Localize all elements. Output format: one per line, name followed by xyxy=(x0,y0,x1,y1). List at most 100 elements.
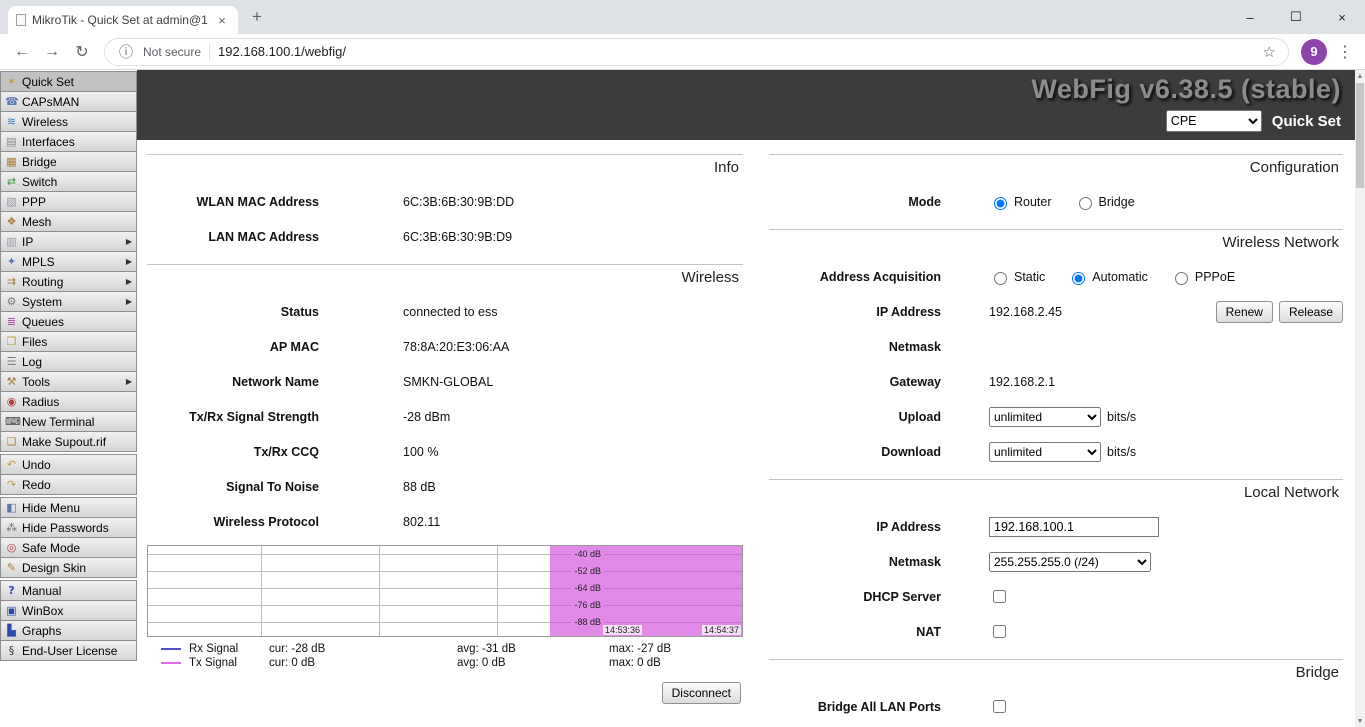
sidebar-item-files[interactable]: ❐ Files xyxy=(0,331,137,352)
design-skin-icon: ✎ xyxy=(6,561,17,574)
forward-icon[interactable]: → xyxy=(38,38,66,66)
reload-icon[interactable]: ↻ xyxy=(68,38,96,66)
bridge-all-lan-ports-row: Bridge All LAN Ports xyxy=(769,689,1343,724)
page-title: Quick Set xyxy=(1271,112,1341,130)
sidebar-item-undo[interactable]: ↶ Undo xyxy=(0,454,137,475)
address-bar[interactable]: ⓘ Not secure 192.168.100.1/webfig/ ☆ xyxy=(104,37,1289,66)
sidebar-item-routing[interactable]: ⇉ Routing ▶ xyxy=(0,271,137,292)
mpls-icon: ✦ xyxy=(6,255,17,268)
chart-time-end: 14:54:37 xyxy=(701,625,741,635)
download-select[interactable]: unlimited xyxy=(989,441,1101,462)
acquisition-pppoe-option[interactable]: PPPoE xyxy=(1170,269,1235,285)
log-icon: ☰ xyxy=(6,355,17,368)
wlan-mac-value: 6C:3B:6B:30:9B:DD xyxy=(403,194,515,209)
y-axis-label: -64 dB xyxy=(571,583,604,594)
system-icon: ⚙ xyxy=(6,295,17,308)
sidebar-item-redo[interactable]: ↷ Redo xyxy=(0,474,137,495)
local-ip-input[interactable] xyxy=(989,516,1159,537)
sidebar-item-new-terminal[interactable]: ⌨ New Terminal xyxy=(0,411,137,432)
page-favicon-icon xyxy=(16,14,26,26)
interfaces-icon: ▤ xyxy=(6,135,17,148)
legend-row-tx: Tx Signal cur: 0 dB avg: 0 dB max: 0 dB xyxy=(147,656,743,670)
acquisition-pppoe-radio[interactable] xyxy=(1174,271,1188,285)
sidebar-item-ip[interactable]: ▥ IP ▶ xyxy=(0,231,137,252)
sidebar-item-make-supout[interactable]: ❏ Make Supout.rif xyxy=(0,431,137,452)
sidebar-item-radius[interactable]: ◉ Radius xyxy=(0,391,137,412)
sidebar-item-winbox[interactable]: ▣ WinBox xyxy=(0,600,137,621)
window-controls: – ☐ × xyxy=(1227,0,1365,34)
back-icon[interactable]: ← xyxy=(8,38,36,66)
sidebar-item-tools[interactable]: ⚒ Tools ▶ xyxy=(0,371,137,392)
submenu-arrow-icon: ▶ xyxy=(125,257,132,266)
webfig-header: WebFig v6.38.5 (stable) CPE Quick Set xyxy=(137,70,1355,140)
sidebar-item-safe-mode[interactable]: ◎ Safe Mode xyxy=(0,537,137,558)
sidebar-item-manual[interactable]: ? Manual xyxy=(0,580,137,601)
redo-icon: ↷ xyxy=(6,478,17,491)
renew-button[interactable]: Renew xyxy=(1215,300,1273,323)
hide-menu-icon: ◧ xyxy=(6,501,17,514)
sidebar-item-mesh[interactable]: ❖ Mesh xyxy=(0,211,137,232)
section-title-configuration: Configuration xyxy=(769,154,1343,184)
bridge-all-lan-ports-checkbox[interactable] xyxy=(993,700,1006,713)
y-axis-label: -76 dB xyxy=(571,600,604,611)
capsman-icon: ☎ xyxy=(5,95,19,108)
nat-checkbox[interactable] xyxy=(993,625,1006,638)
sidebar-item-design-skin[interactable]: ✎ Design Skin xyxy=(0,557,137,578)
sidebar-item-hide-passwords[interactable]: ⁂ Hide Passwords xyxy=(0,517,137,538)
acquisition-automatic-radio[interactable] xyxy=(1072,271,1086,285)
supout-file-icon: ❏ xyxy=(6,435,17,448)
close-button[interactable]: × xyxy=(1319,0,1365,34)
local-netmask-select[interactable]: 255.255.255.0 (/24) xyxy=(989,551,1151,572)
sidebar-item-queues[interactable]: ≣ Queues xyxy=(0,311,137,332)
sidebar-item-graphs[interactable]: ▙ Graphs xyxy=(0,620,137,641)
url-text[interactable]: 192.168.100.1/webfig/ xyxy=(218,44,1255,59)
right-column: Configuration Mode Router Bridge Wireles… xyxy=(769,144,1343,727)
scrollbar-thumb[interactable] xyxy=(1356,83,1364,188)
browser-tab[interactable]: MikroTik - Quick Set at admin@1 × xyxy=(8,6,238,34)
sidebar-item-mpls[interactable]: ✦ MPLS ▶ xyxy=(0,251,137,272)
page-scrollbar[interactable]: ▲ ▼ xyxy=(1355,70,1365,727)
mode-router-option[interactable]: Router xyxy=(989,194,1052,210)
acquisition-static-radio[interactable] xyxy=(994,271,1007,285)
sidebar-item-wireless[interactable]: ≋ Wireless xyxy=(0,111,137,132)
chart-legend: Rx Signal cur: -28 dB avg: -31 dB max: -… xyxy=(147,642,743,670)
sidebar-item-capsman[interactable]: ☎ CAPsMAN xyxy=(0,91,137,112)
submenu-arrow-icon: ▶ xyxy=(125,237,132,246)
routing-icon: ⇉ xyxy=(6,275,17,288)
info-icon[interactable]: ⓘ xyxy=(117,43,135,61)
disconnect-button[interactable]: Disconnect xyxy=(661,682,741,704)
dhcp-server-checkbox[interactable] xyxy=(993,590,1006,603)
browser-menu-icon[interactable]: ⋮ xyxy=(1333,42,1357,62)
minimize-button[interactable]: – xyxy=(1227,0,1273,34)
mode-bridge-radio[interactable] xyxy=(1078,196,1092,210)
tx-signal-line-swatch xyxy=(161,662,181,664)
sidebar-item-ppp[interactable]: ▧ PPP xyxy=(0,191,137,212)
signal-strength-chart: -40 dB -52 dB -64 dB -76 dB -88 dB 14:53… xyxy=(147,545,743,637)
bookmark-star-icon[interactable]: ☆ xyxy=(1263,43,1276,61)
sidebar-item-system[interactable]: ⚙ System ▶ xyxy=(0,291,137,312)
tab-close-icon[interactable]: × xyxy=(214,13,230,28)
new-tab-button[interactable]: + xyxy=(244,4,270,30)
quickset-mode-select[interactable]: CPE xyxy=(1165,110,1262,132)
terminal-icon: ⌨ xyxy=(5,415,21,428)
profile-avatar[interactable]: 9 xyxy=(1301,38,1327,65)
mode-router-radio[interactable] xyxy=(994,196,1007,210)
maximize-button[interactable]: ☐ xyxy=(1273,0,1319,34)
acquisition-automatic-option[interactable]: Automatic xyxy=(1067,269,1148,285)
sidebar-item-interfaces[interactable]: ▤ Interfaces xyxy=(0,131,137,152)
sidebar-item-quick-set[interactable]: ✶ Quick Set xyxy=(0,71,137,92)
sidebar-item-end-user-license[interactable]: § End-User License xyxy=(0,640,137,661)
sidebar-item-switch[interactable]: ⇄ Switch xyxy=(0,171,137,192)
upload-select[interactable]: unlimited xyxy=(989,406,1101,427)
acquisition-static-option[interactable]: Static xyxy=(989,269,1045,285)
sidebar-item-hide-menu[interactable]: ◧ Hide Menu xyxy=(0,497,137,518)
queues-icon: ≣ xyxy=(6,315,17,328)
scroll-down-icon[interactable]: ▼ xyxy=(1357,715,1364,727)
mode-bridge-option[interactable]: Bridge xyxy=(1074,194,1135,210)
submenu-arrow-icon: ▶ xyxy=(125,377,132,386)
sidebar-item-log[interactable]: ☰ Log xyxy=(0,351,137,372)
scroll-up-icon[interactable]: ▲ xyxy=(1357,70,1364,82)
quick-set-icon: ✶ xyxy=(6,75,17,88)
release-button[interactable]: Release xyxy=(1278,300,1343,323)
sidebar-item-bridge[interactable]: ▦ Bridge xyxy=(0,151,137,172)
